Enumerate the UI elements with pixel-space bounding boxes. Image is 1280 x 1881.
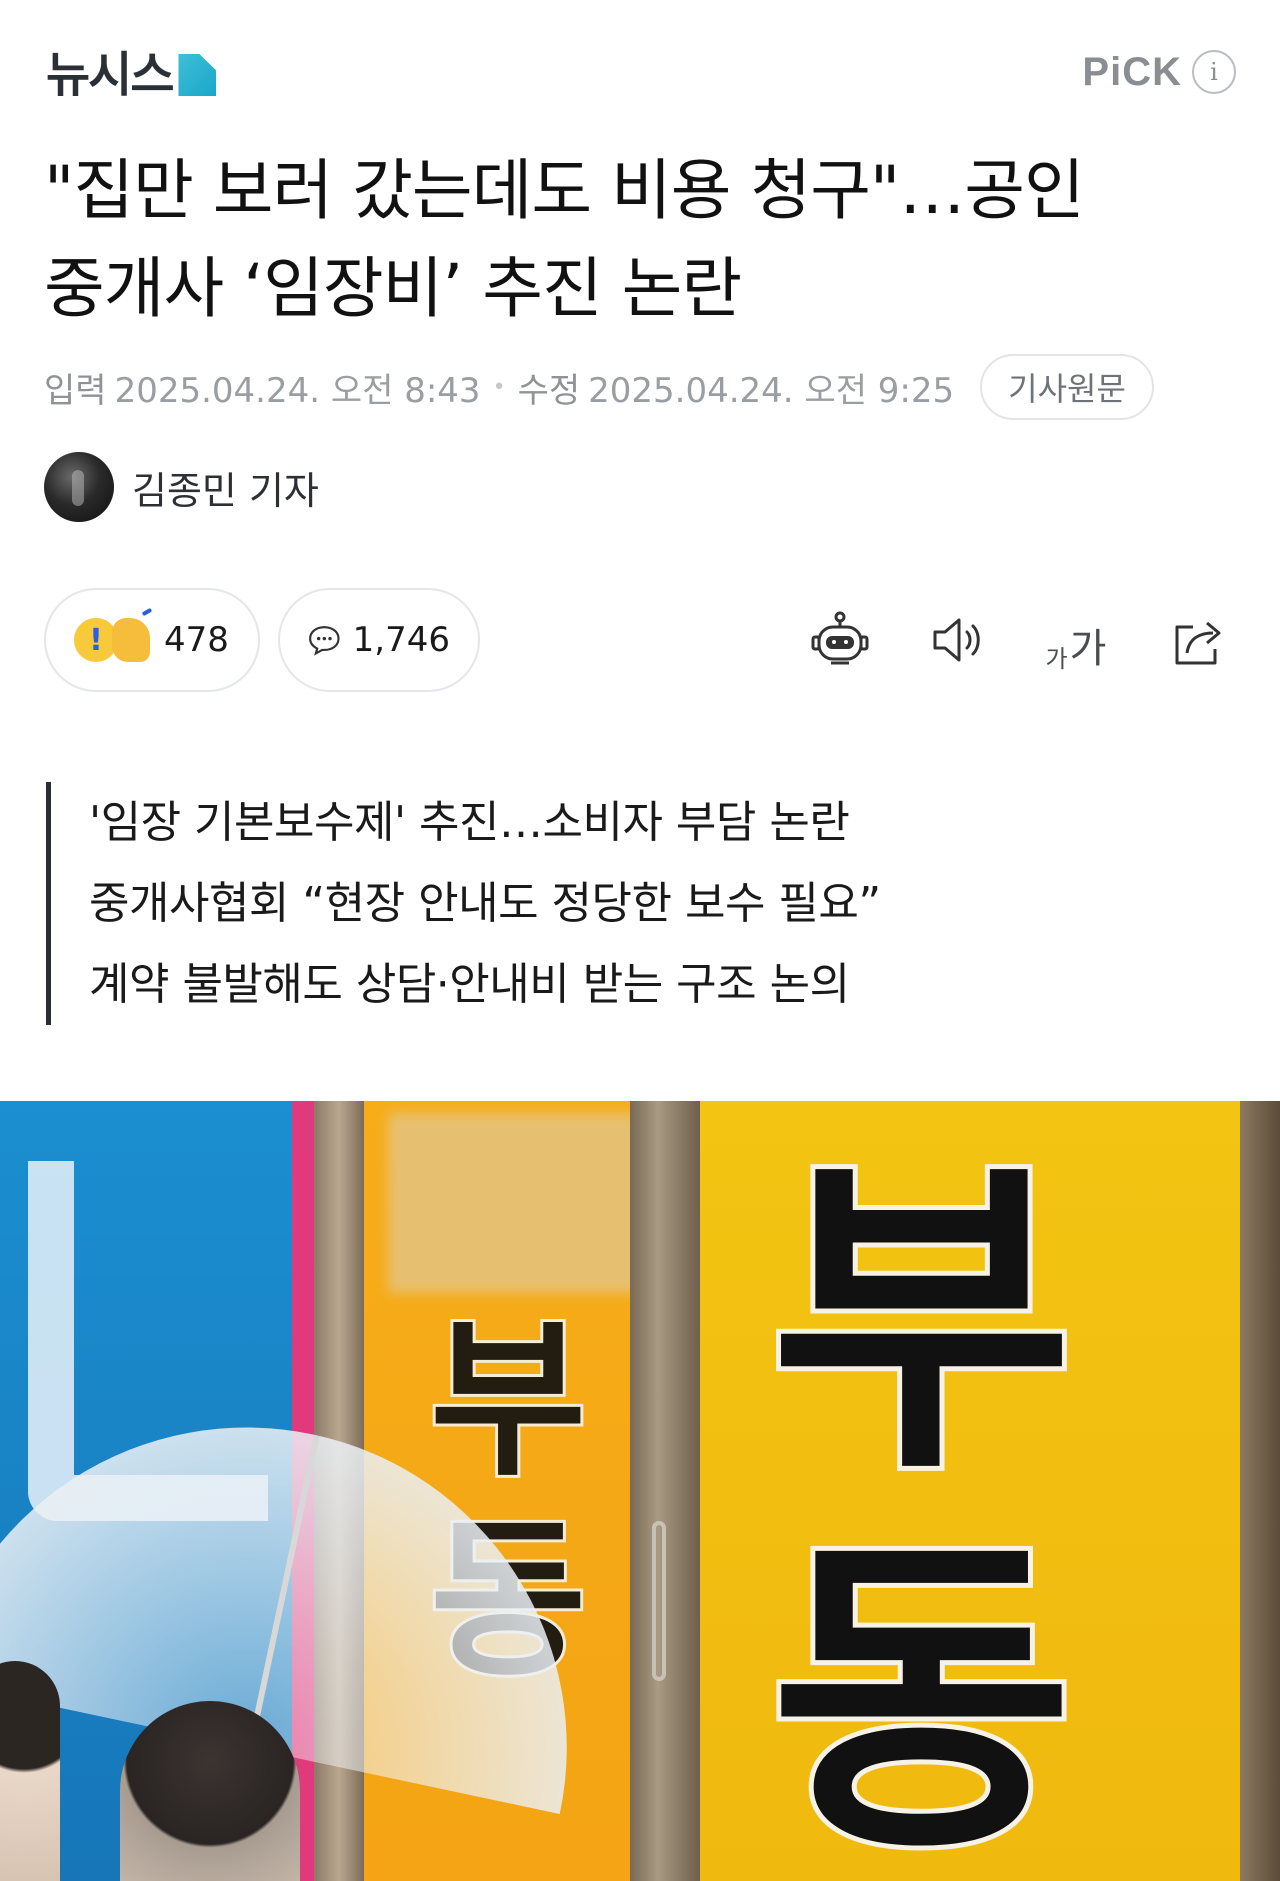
ai-summary-bot-icon[interactable] [806,606,874,674]
photo-sign-text-large: 부 동 [765,1126,1079,1881]
summary-line: 계약 불발해도 상담·안내비 받는 구조 논의 [89,959,850,1010]
info-icon[interactable]: i [1192,50,1236,94]
modified-label: 수정 [517,370,581,411]
summary-line: 중개사협회 “현장 안내도 정당한 보수 필요” [89,878,881,929]
reporter-name[interactable]: 김종민 기자 [132,460,319,515]
reaction-button[interactable]: ! 478 [44,588,260,692]
article-title-line1: "집만 보러 갔는데도 비용 청구"…공인 [44,152,1085,229]
pedestrian [120,1701,300,1881]
comment-bubble-icon [309,626,340,656]
pick-label: PiCK [1082,50,1182,94]
article-title: "집만 보러 갔는데도 비용 청구"…공인 중개사 ‘임장비’ 추진 논란 [44,142,1234,338]
comment-count: 1,746 [352,620,450,660]
article-photo[interactable]: 부 동 부 동 [0,1101,1280,1881]
reporter-avatar[interactable] [44,452,114,522]
published-label: 입력 [44,370,107,411]
press-logo[interactable]: 뉴시스 [46,47,217,103]
reaction-emoji-icon: ! [74,618,150,662]
pick-badge[interactable]: PiCK i [1082,50,1236,94]
press-logo-mark-icon [178,54,217,96]
pedestrian [0,1661,60,1881]
font-size-small-glyph: 가 [1045,645,1068,673]
meta-separator: • [492,374,506,400]
font-size-large-glyph: 가 [1069,626,1107,672]
blurred-sign [388,1113,648,1293]
article-action-bar: ! 478 1,746 가 가 [44,588,1236,692]
reporter-info[interactable]: 김종민 기자 [44,452,319,522]
press-logo-text: 뉴시스 [46,47,174,103]
share-icon[interactable] [1164,606,1232,674]
font-size-icon[interactable]: 가 가 [1042,606,1110,674]
article-title-line2: 중개사 ‘임장비’ 추진 논란 [44,250,742,327]
modified-datetime: 2025.04.24. 오전 9:25 [588,370,955,411]
published-datetime: 2025.04.24. 오전 8:43 [114,370,481,411]
speaker-icon[interactable] [924,606,992,674]
summary-line: '임장 기본보수제' 추진…소비자 부담 논란 [89,797,850,848]
reaction-count: 478 [164,620,229,660]
article-summary: '임장 기본보수제' 추진…소비자 부담 논란 중개사협회 “현장 안내도 정당… [46,782,1046,1025]
article-meta: 입력 2025.04.24. 오전 8:43 • 수정 2025.04.24. … [44,354,1154,420]
comment-button[interactable]: 1,746 [278,588,480,692]
original-article-button[interactable]: 기사원문 [980,354,1154,420]
door-handle [652,1521,666,1681]
top-bar: 뉴시스 PiCK i [0,0,1280,140]
